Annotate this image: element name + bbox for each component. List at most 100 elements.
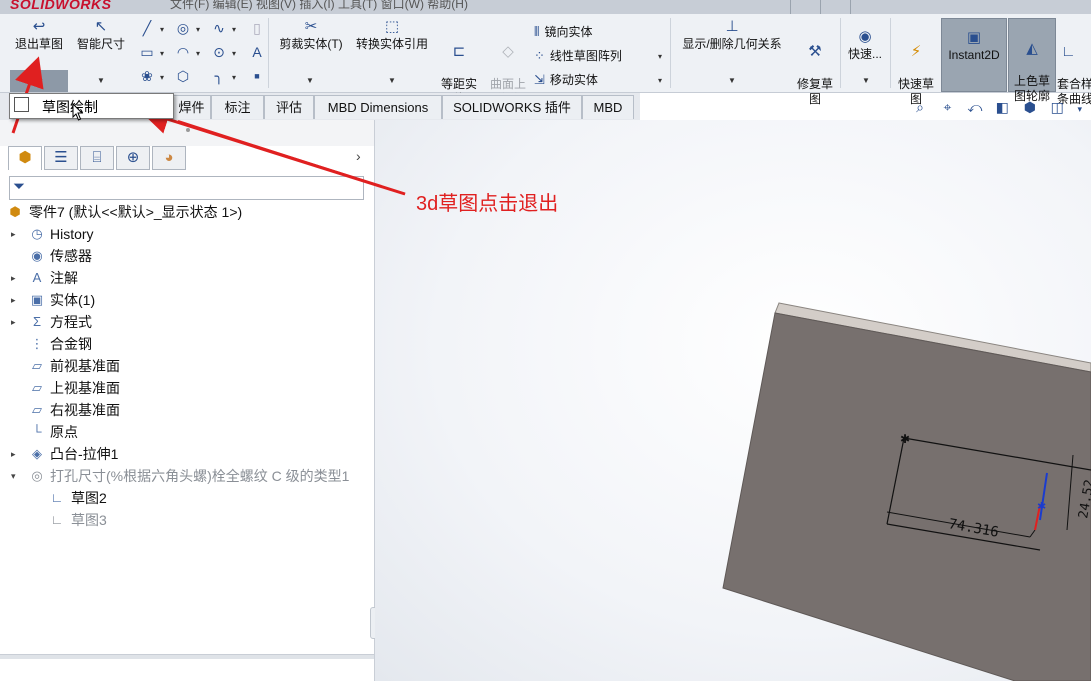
convert-label: 转换实体引用 <box>355 37 428 51</box>
part-icon: ⬢ <box>9 204 21 219</box>
repair-label: 修复草 图 <box>796 77 833 106</box>
trim-label: 剪裁实体(T) <box>279 37 343 51</box>
tab-solidworks-addins[interactable]: SOLIDWORKS 插件 <box>442 95 582 119</box>
configuration-manager-tab[interactable]: ⌸ <box>80 146 114 170</box>
linear-pattern-icon: ⁘ <box>534 48 545 63</box>
relations-icon: ⊥ <box>725 18 739 35</box>
sketch-icon: ∟ <box>50 490 64 505</box>
tab-markup[interactable]: 标注 <box>211 95 264 119</box>
sensor-icon: ◉ <box>31 248 43 263</box>
command-manager: ↩ 退出草图 ▼ ↖ 智能尺寸 ▼ ╱ ▾ ◎ ▾ ∿ ▾ ▯ ▭ ▾ ◠ ▾ … <box>0 14 1091 106</box>
instant2d-button[interactable]: ▣ Instant2D <box>941 18 1007 92</box>
sketch-icon: ∟ <box>50 512 64 527</box>
equations-icon: Σ <box>32 314 42 329</box>
line-icon[interactable]: ╱ <box>138 20 156 36</box>
tree-item-label: 方程式 <box>50 314 92 330</box>
zoom-area-icon[interactable]: ⌖ <box>937 97 957 117</box>
panel-next-arrow-icon[interactable]: › <box>356 148 361 164</box>
feature-tree-icon: ⬢ <box>18 149 32 166</box>
fit-spline-icon: ∟ <box>1061 43 1076 60</box>
tree-root-label: 零件7 (默认<<默认>_显示状态 1>) <box>29 204 243 220</box>
quick-snaps-button[interactable]: ◉ 快速... <box>844 28 886 62</box>
circle-icon[interactable]: ◎ <box>174 20 192 36</box>
previous-view-icon[interactable]: ⤺ <box>965 97 985 117</box>
convert-entities-button[interactable]: ⬚ 转换实体引用 <box>350 18 434 52</box>
window-button[interactable] <box>790 0 821 14</box>
zoom-to-fit-icon[interactable]: ⌕ <box>910 97 930 117</box>
panel-splitter[interactable] <box>0 654 374 659</box>
property-manager-icon: ☰ <box>54 149 68 166</box>
expand-arrow-icon[interactable]: ▸ <box>11 443 16 465</box>
tree-item-label: 草图3 <box>71 512 107 528</box>
pointer-button[interactable] <box>820 0 851 14</box>
slot-icon[interactable]: ❀ <box>138 68 156 84</box>
solid-bodies-icon: ▣ <box>30 292 44 307</box>
repair-icon: ⚒ <box>808 43 822 60</box>
tree-item-label: 原点 <box>50 424 78 440</box>
tab-weldments[interactable]: 焊件 <box>172 95 211 119</box>
move-label: 移动实体 <box>549 73 598 87</box>
rapid-sketch-button[interactable]: ⚡ 快速草 图 <box>894 28 938 107</box>
sketch-menu-item[interactable]: 草图绘制 <box>42 97 98 117</box>
display-style-icon[interactable]: ◫ <box>1047 97 1067 117</box>
point-icon[interactable]: ■ <box>248 68 266 84</box>
offset-surface-icon: ◇ <box>502 43 514 60</box>
section-view-icon[interactable]: ◧ <box>992 97 1012 117</box>
expand-arrow-icon[interactable]: ▸ <box>11 223 16 245</box>
linear-pattern-button[interactable]: ⁘ 线性草图阵列 <box>534 47 622 64</box>
display-relations-button[interactable]: ⊥ 显示/删除几何关系 <box>676 18 788 52</box>
expand-arrow-icon[interactable]: ▸ <box>11 289 16 311</box>
expand-arrow-icon[interactable]: ▾ <box>11 465 16 487</box>
instant2d-icon: ▣ <box>966 29 982 46</box>
polygon-icon[interactable]: ⊙ <box>210 44 228 60</box>
tab-evaluate[interactable]: 评估 <box>264 95 314 119</box>
mirror-entities-button[interactable]: ⫴ 镜向实体 <box>534 23 592 40</box>
display-style-dropdown-icon[interactable]: ▾ <box>1075 99 1085 119</box>
expand-arrow-icon[interactable]: ▸ <box>11 267 16 289</box>
sketch-dropdown-toggle[interactable]: ▼ <box>10 70 68 92</box>
hexagon-icon[interactable]: ⬡ <box>174 68 192 84</box>
instant2d-label: Instant2D <box>948 48 1000 62</box>
shaded-contours-icon: ◭ <box>1026 40 1038 57</box>
repair-sketch-button[interactable]: ⚒ 修复草 图 <box>793 28 837 107</box>
display-manager-tab[interactable]: ◕ <box>152 146 186 170</box>
part-front-face <box>722 312 1091 681</box>
fit-spline-button[interactable]: ∟ 套合样 条曲线 <box>1057 28 1091 107</box>
sketch-dropdown-menu: 草图绘制 <box>9 93 174 119</box>
feature-manager-tab[interactable]: ⬢ <box>8 146 42 170</box>
exit-sketch-label: 退出草图 <box>14 37 63 51</box>
tree-filter[interactable]: ⏷ <box>9 176 364 200</box>
tree-item-label: 注解 <box>50 270 78 286</box>
trim-icon: ✂ <box>304 18 318 35</box>
tree-item-label: 前视基准面 <box>50 358 120 374</box>
rapid-sketch-icon: ⚡ <box>910 43 922 60</box>
shaded-contours-button[interactable]: ◭ 上色草 图轮廓 <box>1008 18 1056 103</box>
heads-up-view-toolbar: ⌕ ⌖ ⤺ ◧ ⬢ ◫ ▾ ◐ <box>910 97 1091 117</box>
trim-entities-button[interactable]: ✂ 剪裁实体(T) <box>275 18 347 52</box>
text-icon[interactable]: A <box>248 44 266 60</box>
rectangle-icon[interactable]: ▭ <box>138 44 156 60</box>
tree-item-label: History <box>50 226 94 242</box>
smart-dimension-button[interactable]: ↖ 智能尺寸 <box>73 18 129 52</box>
display-manager-icon: ◕ <box>164 149 174 166</box>
view-orientation-icon[interactable]: ⬢ <box>1020 97 1040 117</box>
tab-mbd[interactable]: MBD <box>582 95 634 119</box>
arc-icon[interactable]: ◠ <box>174 44 192 60</box>
tree-item-label: 右视基准面 <box>50 402 120 418</box>
expand-arrow-icon[interactable]: ▸ <box>11 311 16 333</box>
fillet-icon[interactable]: ╮ <box>210 68 228 84</box>
dimxpert-manager-tab[interactable]: ⊕ <box>116 146 150 170</box>
property-manager-tab[interactable]: ☰ <box>44 146 78 170</box>
move-entities-button[interactable]: ⇲ 移动实体 <box>534 71 598 88</box>
tab-mbd-dimensions[interactable]: MBD Dimensions <box>314 95 442 119</box>
dimxpert-icon: ⊕ <box>126 149 140 166</box>
spline-icon[interactable]: ∿ <box>210 20 228 36</box>
exit-sketch-button[interactable]: ↩ 退出草图 <box>8 18 70 52</box>
menu-bar[interactable]: 文件(F) 编辑(E) 视图(V) 插入(I) 工具(T) 窗口(W) 帮助(H… <box>170 0 468 12</box>
ellipse-icon[interactable]: ▯ <box>248 20 266 36</box>
options-button[interactable] <box>850 0 881 14</box>
move-icon: ⇲ <box>534 72 545 87</box>
relations-label: 显示/删除几何关系 <box>682 37 782 51</box>
tree-item-label: 传感器 <box>50 248 92 264</box>
sketch-checkbox[interactable] <box>14 97 29 112</box>
